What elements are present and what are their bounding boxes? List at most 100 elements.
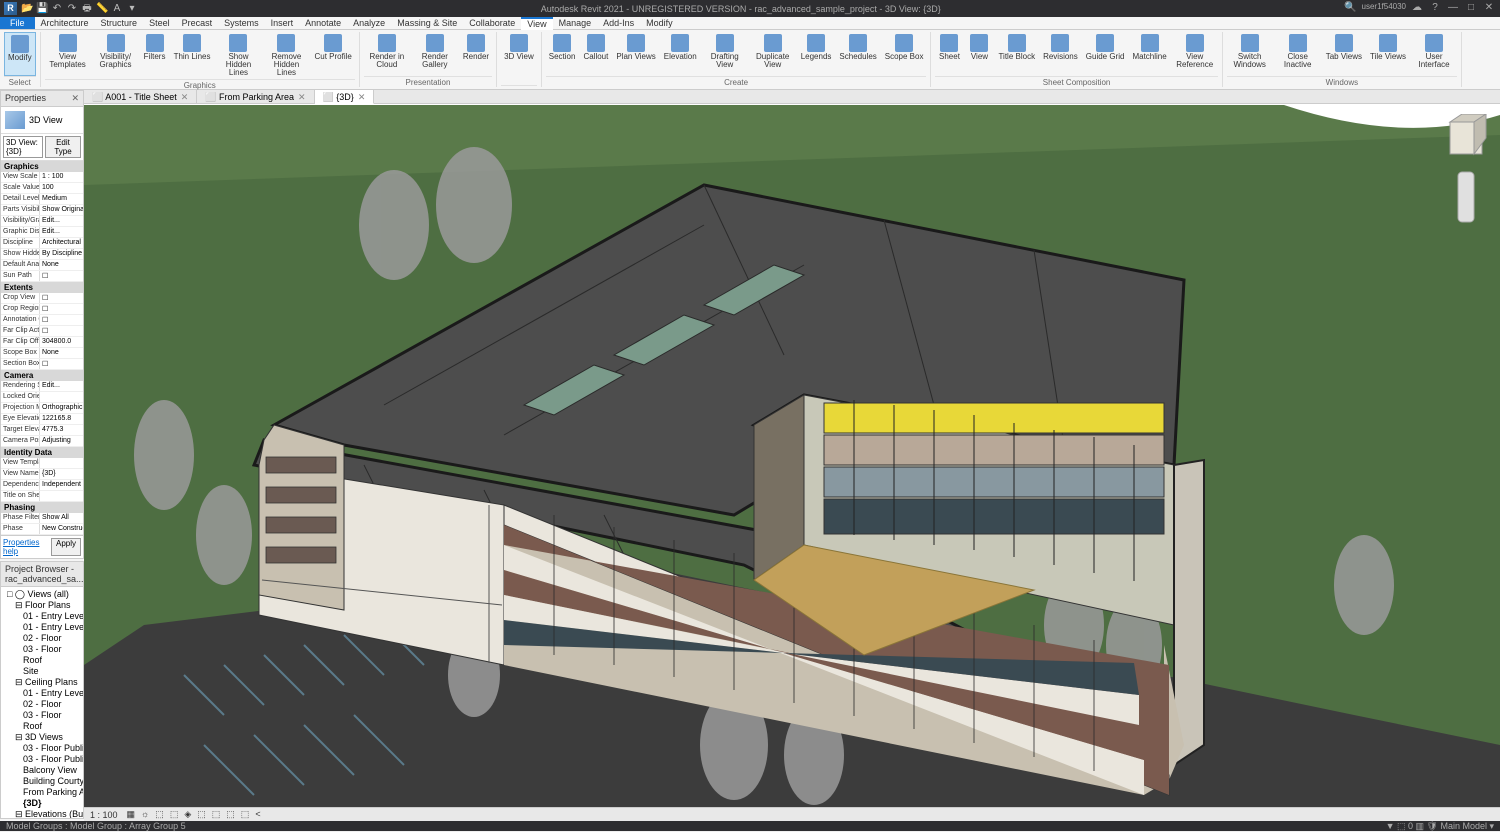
tree-node[interactable]: 03 - Floor [3, 644, 81, 655]
tab-architecture[interactable]: Architecture [35, 17, 95, 30]
prop-row[interactable]: Locked Orientat... [1, 392, 83, 403]
tree-node[interactable]: Building Courtyard [3, 776, 81, 787]
tab-view[interactable]: View [521, 17, 552, 30]
tab-collaborate[interactable]: Collaborate [463, 17, 521, 30]
prop-row[interactable]: Scale Value 1:100 [1, 183, 83, 194]
qat-open-icon[interactable]: 📂 [21, 3, 33, 15]
prop-row[interactable]: Show Hidden Li...By Discipline [1, 249, 83, 260]
ribbon-callout-button[interactable]: Callout [580, 32, 611, 76]
tree-node[interactable]: 03 - Floor [3, 710, 81, 721]
tree-node[interactable]: 02 - Floor [3, 633, 81, 644]
view-control-icon[interactable]: ⬚ [241, 809, 250, 819]
cloud-icon[interactable]: ☁ [1410, 2, 1424, 16]
ribbon-matchline-button[interactable]: Matchline [1129, 32, 1169, 76]
prop-row[interactable]: Default Analysis...None [1, 260, 83, 271]
view-control-icon[interactable]: ▦ [127, 809, 136, 819]
tree-node[interactable]: ⊟ Floor Plans [3, 600, 81, 611]
nav-bar[interactable] [1458, 172, 1474, 222]
ribbon--d-view-button[interactable]: 3D View [501, 32, 537, 85]
prop-row[interactable]: View Scale1 : 100 [1, 172, 83, 183]
prop-row[interactable]: Sun Path☐ [1, 271, 83, 282]
qat-redo-icon[interactable]: ↷ [66, 3, 78, 15]
tree-node[interactable]: {3D} [3, 798, 81, 809]
tab-precast[interactable]: Precast [176, 17, 219, 30]
ribbon-view-button[interactable]: View [965, 32, 993, 76]
tree-node[interactable]: From Parking Area [3, 787, 81, 798]
view-scale[interactable]: 1 : 100 [90, 810, 118, 820]
view-control-icon[interactable]: < [255, 809, 260, 819]
view-control-icon[interactable]: ⬚ [170, 809, 179, 819]
view-control-icon[interactable]: ⬚ [226, 809, 235, 819]
tab-systems[interactable]: Systems [218, 17, 265, 30]
ribbon-render-gallery-button[interactable]: Render Gallery [412, 32, 458, 76]
tree-node[interactable]: Roof [3, 655, 81, 666]
prop-row[interactable]: PhaseNew Construction [1, 524, 83, 535]
ribbon-close-inactive-button[interactable]: Close Inactive [1275, 32, 1321, 76]
ribbon-thin-lines-button[interactable]: Thin Lines [171, 32, 214, 79]
tree-node[interactable]: ⊟ Elevations (Building Elevation [3, 809, 81, 819]
prop-row[interactable]: Rendering Setti...Edit... [1, 381, 83, 392]
maximize-icon[interactable]: □ [1464, 2, 1478, 16]
prop-row[interactable]: Annotation Crop☐ [1, 315, 83, 326]
ribbon-revisions-button[interactable]: Revisions [1040, 32, 1081, 76]
minimize-icon[interactable]: — [1446, 2, 1460, 16]
instance-selector[interactable]: 3D View: {3D} [3, 136, 43, 158]
qat-measure-icon[interactable]: 📏 [96, 3, 108, 15]
ribbon-view-reference-button[interactable]: View Reference [1172, 32, 1218, 76]
ribbon-duplicate-view-button[interactable]: Duplicate View [750, 32, 796, 76]
ribbon-filters-button[interactable]: Filters [141, 32, 169, 79]
tab-analyze[interactable]: Analyze [347, 17, 391, 30]
ribbon-tab-views-button[interactable]: Tab Views [1323, 32, 1365, 76]
tab-insert[interactable]: Insert [265, 17, 300, 30]
3d-view[interactable]: 1 : 100 ▦☼⬚⬚◈⬚⬚⬚⬚< [84, 104, 1500, 821]
view-control-icon[interactable]: ☼ [141, 809, 149, 819]
prop-row[interactable]: Eye Elevation122165.8 [1, 414, 83, 425]
model-viewport[interactable] [84, 104, 1500, 821]
file-tab[interactable]: File [0, 17, 35, 29]
prop-row[interactable]: Detail LevelMedium [1, 194, 83, 205]
prop-row[interactable]: Camera PositionAdjusting [1, 436, 83, 447]
tree-node[interactable]: 03 - Floor Public - Night I [3, 754, 81, 765]
tree-node[interactable]: Balcony View [3, 765, 81, 776]
tab-modify[interactable]: Modify [640, 17, 679, 30]
qat-print-icon[interactable]: 🖶 [81, 3, 93, 15]
prop-row[interactable]: Title on Sheet [1, 491, 83, 502]
tab-close-icon[interactable]: ✕ [181, 90, 189, 104]
tab-close-icon[interactable]: ✕ [358, 90, 366, 104]
prop-row[interactable]: DisciplineArchitectural [1, 238, 83, 249]
ribbon-title-block-button[interactable]: Title Block [995, 32, 1038, 76]
view-control-icon[interactable]: ⬚ [155, 809, 164, 819]
view-control-icon[interactable]: ◈ [184, 809, 191, 819]
search-icon[interactable]: 🔍 [1344, 2, 1358, 16]
ribbon-show-hidden-lines-button[interactable]: Show Hidden Lines [215, 32, 261, 79]
ribbon-user-interface-button[interactable]: User Interface [1411, 32, 1457, 76]
tree-node[interactable]: 01 - Entry Level [3, 611, 81, 622]
tree-node[interactable]: □ ◯ Views (all) [3, 589, 81, 600]
ribbon-drafting-view-button[interactable]: Drafting View [702, 32, 748, 76]
prop-row[interactable]: DependencyIndependent [1, 480, 83, 491]
prop-row[interactable]: Projection ModeOrthographic [1, 403, 83, 414]
ribbon-render-button[interactable]: Render [460, 32, 492, 76]
prop-row[interactable]: Scope BoxNone [1, 348, 83, 359]
ribbon-guide-grid-button[interactable]: Guide Grid [1083, 32, 1128, 76]
ribbon-scope-box-button[interactable]: Scope Box [882, 32, 927, 76]
tab-annotate[interactable]: Annotate [299, 17, 347, 30]
prop-row[interactable]: Section Box☐ [1, 359, 83, 370]
tab-close-icon[interactable]: ✕ [298, 90, 306, 104]
ribbon-view-templates-button[interactable]: View Templates [45, 32, 91, 79]
user-label[interactable]: user1f54030 [1362, 2, 1406, 16]
tree-node[interactable]: ⊟ 3D Views [3, 732, 81, 743]
ribbon-modify-button[interactable]: Modify [4, 32, 36, 76]
ribbon-tile-views-button[interactable]: Tile Views [1367, 32, 1409, 76]
tree-node[interactable]: 02 - Floor [3, 699, 81, 710]
prop-row[interactable]: View Name{3D} [1, 469, 83, 480]
tab-steel[interactable]: Steel [143, 17, 176, 30]
prop-row[interactable]: Graphic Display ...Edit... [1, 227, 83, 238]
tree-node[interactable]: 01 - Entry Level [3, 688, 81, 699]
help-icon[interactable]: ? [1428, 2, 1442, 16]
tab-add-ins[interactable]: Add-Ins [597, 17, 640, 30]
tree-node[interactable]: Roof [3, 721, 81, 732]
ribbon-remove-hidden-lines-button[interactable]: Remove Hidden Lines [263, 32, 309, 79]
edit-type-button[interactable]: Edit Type [45, 136, 81, 158]
qat-save-icon[interactable]: 💾 [36, 3, 48, 15]
